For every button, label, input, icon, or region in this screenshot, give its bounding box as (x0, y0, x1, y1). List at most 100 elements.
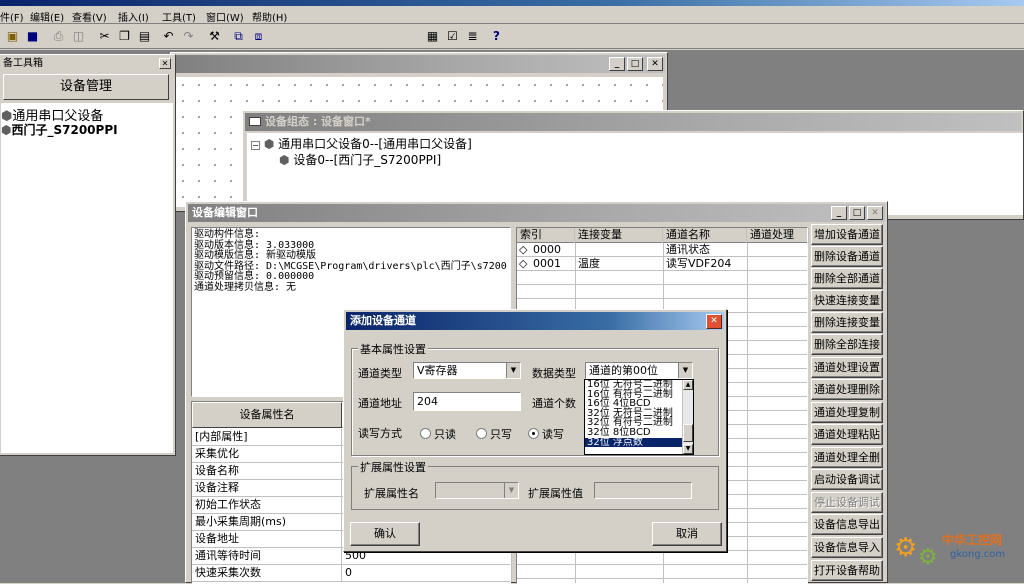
address-input[interactable]: 204 (413, 392, 521, 411)
import-device-info-button[interactable]: 设备信息导入 (811, 537, 883, 558)
minimize-icon[interactable]: _ (831, 206, 847, 220)
table-row[interactable]: ◇ 0000 通讯状态 (517, 243, 807, 257)
help-icon[interactable]: ? (486, 27, 507, 47)
channel-process-delete-all-button[interactable]: 通道处理全删 (811, 447, 883, 468)
stop-debug-button: 停止设备调试 (811, 492, 883, 513)
gear-icon: ⚙ (894, 533, 918, 563)
delete-channel-button[interactable]: 删除设备通道 (811, 246, 883, 267)
watermark: ⚙ ⚙ 中华工控网 gkong.com (888, 525, 1024, 583)
menu-file[interactable]: 件(F) (0, 9, 24, 24)
channel-icon: ◇ (519, 257, 528, 270)
table-row[interactable]: ◇ 0001 温度 读写VDF204 (517, 257, 807, 271)
property-row[interactable]: 快速采集次数 0 (192, 565, 512, 582)
tools-icon[interactable]: ⚒ (204, 27, 225, 47)
menu-view[interactable]: 查看(V) (72, 9, 107, 24)
data-type-select[interactable]: 通道的第00位 ▼ (585, 362, 693, 379)
menu-insert[interactable]: 插入(I) (118, 9, 149, 24)
delete-all-connections-button[interactable]: 删除全部连接 (811, 334, 883, 355)
close-icon[interactable]: ✕ (647, 57, 663, 71)
window-icon (249, 117, 261, 126)
dropdown-scrollbar[interactable]: ▲ ▼ (682, 380, 693, 454)
ext-value-label: 扩展属性值 (528, 487, 583, 500)
dropdown-option-selected[interactable]: 32位 浮点数 (585, 437, 693, 448)
paste-icon[interactable]: ▤ (134, 27, 155, 47)
delete-connection-button[interactable]: 删除连接变量 (811, 312, 883, 333)
preview-icon[interactable]: ◫ (68, 27, 89, 47)
extended-properties-label: 扩展属性设置 (358, 459, 428, 475)
toolbox-close-icon[interactable]: ✕ (159, 58, 171, 69)
data-type-dropdown-list[interactable]: 16位 无符号二进制 16位 有符号二进制 16位 4位BCD 32位 无符号二… (584, 379, 694, 455)
scroll-down-icon[interactable]: ▼ (683, 444, 693, 454)
check-icon[interactable]: ☑ (442, 27, 463, 47)
cancel-button[interactable]: 取消 (652, 522, 722, 546)
delete-all-channels-button[interactable]: 删除全部通道 (811, 268, 883, 289)
channel-process-copy-button[interactable]: 通道处理复制 (811, 402, 883, 423)
chevron-down-icon[interactable]: ▼ (678, 363, 692, 378)
collapse-icon[interactable]: − (251, 141, 260, 150)
window-icon[interactable]: ⧉ (228, 27, 249, 47)
open-icon[interactable]: ▣ (2, 27, 23, 47)
device-manager-button[interactable]: 设备管理 (3, 74, 169, 100)
minimize-icon[interactable]: _ (609, 57, 625, 71)
channel-type-label: 通道类型 (358, 367, 402, 380)
property-grid-header: 设备属性名 (192, 402, 342, 428)
radio-icon[interactable] (476, 428, 487, 439)
tree-node-child[interactable]: ⬢ 设备0--[西门子_S7200PPI] (279, 151, 441, 168)
radio-selected-icon[interactable] (528, 428, 539, 439)
toolbox-item[interactable]: ⬢西门子_S7200PPI (1, 121, 118, 138)
cut-icon[interactable]: ✂ (94, 27, 115, 47)
device-manager-label: 设备管理 (59, 79, 112, 94)
column-header-name[interactable]: 通道名称 (663, 228, 747, 243)
scroll-thumb[interactable] (683, 424, 693, 442)
channel-process-set-button[interactable]: 通道处理设置 (811, 357, 883, 378)
scroll-up-icon[interactable]: ▲ (683, 380, 693, 390)
tree-node-parent[interactable]: − ⬢ 通用串口父设备0--[通用串口父设备] (251, 135, 472, 152)
add-channel-dialog: 添加设备通道 ✕ 基本属性设置 通道类型 V寄存器 ▼ 数据类型 通道的第00位… (343, 309, 727, 552)
action-buttons: 增加设备通道 删除设备通道 删除全部通道 快速连接变量 删除连接变量 删除全部连… (811, 224, 883, 584)
save-icon[interactable]: ■ (22, 27, 43, 47)
column-header-index[interactable]: 索引 (517, 228, 575, 243)
maximize-icon[interactable]: □ (627, 57, 643, 71)
device-icon: ⬢ (263, 137, 275, 151)
quick-connect-button[interactable]: 快速连接变量 (811, 290, 883, 311)
confirm-button[interactable]: 确认 (350, 522, 420, 546)
menu-help[interactable]: 帮助(H) (252, 9, 287, 24)
chevron-down-icon[interactable]: ▼ (506, 363, 520, 378)
menu-tools[interactable]: 工具(T) (162, 9, 196, 24)
menu-edit[interactable]: 编辑(E) (30, 9, 64, 24)
list-icon[interactable]: ≣ (462, 27, 483, 47)
toolbar: ▣ ■ ⎙ ◫ ✂ ❐ ▤ ↶ ↷ ⚒ ⧉ ⧈ ▦ ☑ ≣ ? (0, 25, 1024, 49)
start-debug-button[interactable]: 启动设备调试 (811, 469, 883, 490)
rw-writeonly-radio[interactable]: 只写 (476, 426, 512, 442)
channel-table-header: 索引 连接变量 通道名称 通道处理 (517, 228, 809, 243)
device-icon: ⬢ (1, 123, 12, 137)
print-icon[interactable]: ⎙ (48, 27, 69, 47)
dialog-close-icon[interactable]: ✕ (706, 314, 722, 329)
channel-type-select[interactable]: V寄存器 ▼ (413, 362, 521, 379)
radio-icon[interactable] (420, 428, 431, 439)
export-device-info-button[interactable]: 设备信息导出 (811, 514, 883, 535)
add-channel-dialog-titlebar: 添加设备通道 (346, 312, 724, 330)
column-header-process[interactable]: 通道处理 (747, 228, 809, 243)
open-device-help-button[interactable]: 打开设备帮助 (811, 560, 883, 581)
undo-icon[interactable]: ↶ (158, 27, 179, 47)
properties-icon[interactable]: ▦ (422, 27, 443, 47)
basic-properties-label: 基本属性设置 (358, 341, 428, 357)
data-type-label: 数据类型 (532, 367, 576, 380)
menu-window[interactable]: 窗口(W) (206, 9, 244, 24)
count-label: 通道个数 (532, 397, 576, 410)
address-label: 通道地址 (358, 397, 402, 410)
rw-readonly-radio[interactable]: 只读 (420, 426, 456, 442)
close-icon[interactable]: ✕ (867, 206, 883, 220)
channel-process-paste-button[interactable]: 通道处理粘贴 (811, 424, 883, 445)
copy-icon[interactable]: ❐ (114, 27, 135, 47)
add-channel-button[interactable]: 增加设备通道 (811, 224, 883, 245)
tile-icon[interactable]: ⧈ (248, 27, 269, 47)
rw-readwrite-radio[interactable]: 读写 (528, 426, 564, 442)
channel-process-delete-button[interactable]: 通道处理删除 (811, 379, 883, 400)
column-header-variable[interactable]: 连接变量 (575, 228, 663, 243)
toolbox-list: ⬢通用串口父设备 ⬢西门子_S7200PPI (1, 103, 173, 453)
maximize-icon[interactable]: □ (849, 206, 865, 220)
redo-icon[interactable]: ↷ (178, 27, 199, 47)
chevron-down-icon: ▼ (504, 483, 518, 498)
